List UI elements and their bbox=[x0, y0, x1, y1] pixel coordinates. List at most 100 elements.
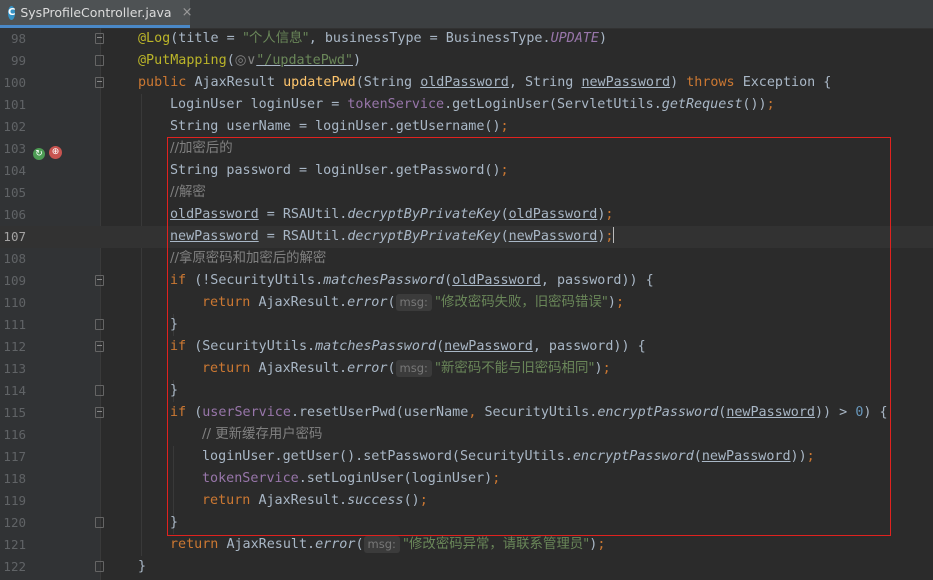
code-token: Exception { bbox=[742, 75, 832, 90]
code-text: @Log(title = "个人信息", businessType = Busi… bbox=[138, 28, 607, 50]
code-token: matchesPassword bbox=[323, 273, 445, 288]
line-number: 113 bbox=[3, 361, 26, 376]
code-text: oldPassword = RSAUtil.decryptByPrivateKe… bbox=[170, 204, 613, 226]
code-token: String password = loginUser.getPassword(… bbox=[170, 163, 501, 178]
tab-sysprofilecontroller[interactable]: C SysProfileController.java × bbox=[0, 0, 193, 28]
code-token: AjaxResult. bbox=[258, 361, 348, 376]
code-token: loginUser.getUser().setPassword(Security… bbox=[202, 449, 573, 464]
endpoint-icon[interactable]: ◎∨ bbox=[235, 53, 257, 68]
fold-marker-icon[interactable] bbox=[95, 561, 104, 572]
code-token: @PutMapping bbox=[138, 53, 227, 68]
line-number: 109 bbox=[3, 273, 26, 288]
code-line-112: 112 if (SecurityUtils.matchesPassword(ne… bbox=[0, 336, 933, 358]
code-token: AjaxResult. bbox=[258, 295, 348, 310]
code-token: if bbox=[170, 273, 195, 288]
code-token: error bbox=[347, 295, 388, 310]
code-token: return bbox=[202, 361, 259, 376]
fold-marker-icon[interactable] bbox=[95, 385, 104, 396]
code-token: error bbox=[315, 537, 356, 552]
fold-marker-icon[interactable] bbox=[95, 77, 104, 88]
code-line-105: 105 //解密 bbox=[0, 182, 933, 204]
code-text: return AjaxResult.error(msg: "新密码不能与旧密码相同… bbox=[202, 358, 611, 380]
line-number: 114 bbox=[3, 383, 26, 398]
code-line-102: 102 String userName = loginUser.getUsern… bbox=[0, 116, 933, 138]
code-line-104: 104 String password = loginUser.getPassw… bbox=[0, 160, 933, 182]
line-number: 103 bbox=[3, 141, 26, 156]
code-token: ; bbox=[806, 449, 815, 464]
close-icon[interactable]: × bbox=[182, 5, 193, 20]
code-line-122: 122 } bbox=[0, 556, 933, 578]
code-text: loginUser.getUser().setPassword(Security… bbox=[202, 446, 815, 468]
parameter-hint: msg: bbox=[395, 294, 432, 311]
code-token: = RSAUtil. bbox=[258, 229, 348, 244]
code-token: if bbox=[170, 405, 195, 420]
line-number: 100 bbox=[3, 75, 26, 90]
java-class-icon: C bbox=[8, 5, 16, 20]
code-text: return AjaxResult.error(msg: "修改密码失败，旧密码错… bbox=[202, 292, 624, 314]
code-token: tokenService bbox=[202, 471, 299, 486]
code-token: success bbox=[347, 493, 404, 508]
code-token: return bbox=[170, 537, 227, 552]
code-text: } bbox=[138, 559, 147, 574]
code-editor[interactable]: 98 @Log(title = "个人信息", businessType = B… bbox=[0, 28, 933, 580]
code-line-117: 117 loginUser.getUser().setPassword(Secu… bbox=[0, 446, 933, 468]
code-token: "修改密码失败，旧密码错误" bbox=[434, 295, 608, 310]
code-line-98: 98 @Log(title = "个人信息", businessType = B… bbox=[0, 28, 933, 50]
code-token: ; bbox=[605, 207, 614, 222]
code-token: , String bbox=[508, 75, 582, 90]
line-number: 105 bbox=[3, 185, 26, 200]
code-token: error bbox=[347, 361, 388, 376]
fold-marker-icon[interactable] bbox=[95, 407, 104, 418]
code-token: , password)) { bbox=[532, 339, 646, 354]
code-token: ()) bbox=[742, 97, 767, 112]
line-number: 118 bbox=[3, 471, 26, 486]
code-token: LoginUser loginUser = bbox=[170, 97, 348, 112]
code-line-120: 120 } bbox=[0, 512, 933, 534]
code-token: (!SecurityUtils. bbox=[194, 273, 324, 288]
code-text: } bbox=[170, 515, 179, 530]
code-line-108: 108 //拿原密码和加密后的解密 bbox=[0, 248, 933, 270]
code-token: oldPassword bbox=[420, 75, 509, 90]
code-text: String password = loginUser.getPassword(… bbox=[170, 160, 509, 182]
code-token: ) bbox=[598, 31, 607, 46]
fold-marker-icon[interactable] bbox=[95, 55, 104, 66]
code-token: newPassword bbox=[444, 339, 533, 354]
code-token: , bbox=[468, 405, 485, 420]
code-text: return AjaxResult.error(msg: "修改密码异常，请联系管… bbox=[170, 534, 605, 556]
code-line-119: 119 return AjaxResult.success(); bbox=[0, 490, 933, 512]
code-token: newPassword bbox=[508, 229, 598, 244]
code-text: newPassword = RSAUtil.decryptByPrivateKe… bbox=[170, 226, 615, 248]
code-line-106: 106 oldPassword = RSAUtil.decryptByPriva… bbox=[0, 204, 933, 226]
code-text: if (SecurityUtils.matchesPassword(newPas… bbox=[170, 336, 646, 358]
code-token: ) bbox=[594, 361, 603, 376]
fold-marker-icon[interactable] bbox=[95, 275, 104, 286]
line-number: 98 bbox=[10, 31, 26, 46]
line-number: 102 bbox=[3, 119, 26, 134]
code-token: ) bbox=[670, 75, 687, 90]
fold-marker-icon[interactable] bbox=[95, 33, 104, 44]
fold-marker-icon[interactable] bbox=[95, 319, 104, 330]
fold-marker-icon[interactable] bbox=[95, 517, 104, 528]
code-line-118: 118 tokenService.setLoginUser(loginUser)… bbox=[0, 468, 933, 490]
code-text: //拿原密码和加密后的解密 bbox=[170, 251, 327, 266]
code-text: //解密 bbox=[170, 185, 206, 200]
code-token: oldPassword bbox=[170, 207, 259, 222]
code-line-116: 116 // 更新缓存用户密码 bbox=[0, 424, 933, 446]
fold-marker-icon[interactable] bbox=[95, 341, 104, 352]
code-token: oldPassword bbox=[508, 207, 598, 222]
code-token: AjaxResult. bbox=[226, 537, 316, 552]
code-token: decryptByPrivateKey bbox=[347, 229, 501, 244]
code-line-114: 114 } bbox=[0, 380, 933, 402]
code-token: "/updatePwd" bbox=[256, 53, 353, 68]
code-token: ( bbox=[355, 537, 364, 552]
code-text: @PutMapping(◎∨"/updatePwd") bbox=[138, 50, 361, 72]
editor-tab-bar: C SysProfileController.java × bbox=[0, 0, 933, 29]
line-number: 108 bbox=[3, 251, 26, 266]
code-token: ( bbox=[436, 339, 445, 354]
parameter-hint: msg: bbox=[395, 360, 432, 377]
code-token: ) bbox=[607, 295, 616, 310]
code-text: if (!SecurityUtils.matchesPassword(oldPa… bbox=[170, 270, 654, 292]
code-token: ( bbox=[226, 53, 235, 68]
code-token: ; bbox=[492, 471, 501, 486]
tab-label: SysProfileController.java bbox=[20, 5, 172, 20]
